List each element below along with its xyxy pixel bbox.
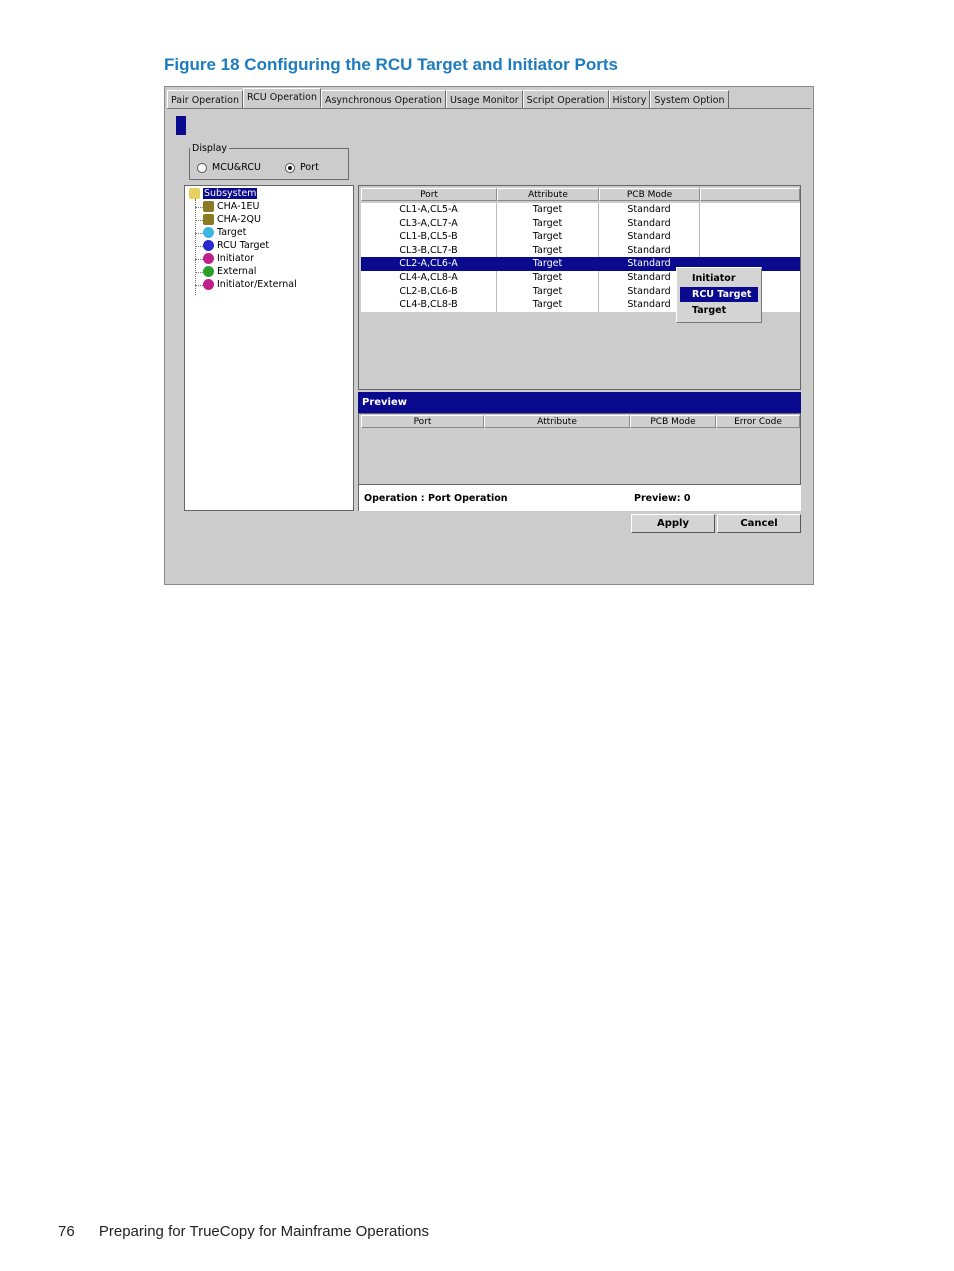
table-row[interactable]: CL1-A,CL5-A Target Standard bbox=[361, 203, 800, 217]
rcu-target-port-icon bbox=[203, 240, 214, 251]
target-port-icon bbox=[203, 227, 214, 238]
cell-attribute: Target bbox=[497, 203, 599, 217]
figure-caption: Figure 18 Configuring the RCU Target and… bbox=[164, 55, 618, 74]
table-row[interactable]: CL3-B,CL7-B Target Standard bbox=[361, 243, 800, 258]
context-menu: Initiator RCU Target Target bbox=[676, 267, 762, 323]
cell-port: CL1-B,CL5-B bbox=[361, 230, 497, 244]
tree-connector bbox=[195, 199, 196, 295]
tree-connector bbox=[195, 259, 203, 260]
cell-attribute: Target bbox=[497, 243, 599, 258]
radio-dot-selected-icon bbox=[285, 162, 295, 173]
cell-port: CL2-B,CL6-B bbox=[361, 284, 497, 299]
cell-port: CL3-B,CL7-B bbox=[361, 243, 497, 258]
cell-attribute: Target bbox=[497, 257, 599, 271]
tab-rcu-operation[interactable]: RCU Operation bbox=[242, 88, 321, 108]
cancel-button[interactable]: Cancel bbox=[717, 514, 801, 533]
radio-dot-icon bbox=[197, 162, 207, 173]
tab-system-option[interactable]: System Option bbox=[650, 90, 729, 108]
preview-table: Port Attribute PCB Mode Error Code bbox=[358, 413, 801, 485]
tree-connector bbox=[195, 233, 203, 234]
operation-label: Operation : bbox=[364, 493, 425, 504]
cell-port: CL3-A,CL7-A bbox=[361, 216, 497, 231]
tree-label: Subsystem bbox=[203, 188, 258, 199]
tab-usage-monitor[interactable]: Usage Monitor bbox=[445, 90, 523, 108]
page-footer: 76 Preparing for TrueCopy for Mainframe … bbox=[58, 1223, 429, 1240]
tree-item-target[interactable]: Target bbox=[203, 227, 246, 238]
tree-label: Initiator/External bbox=[217, 279, 297, 290]
radio-label: Port bbox=[300, 162, 319, 173]
cell-pcb-mode: Standard bbox=[599, 230, 700, 244]
tree-connector bbox=[195, 285, 203, 286]
cell-attribute: Target bbox=[497, 298, 599, 312]
tree-item-rcu-target[interactable]: RCU Target bbox=[203, 240, 269, 251]
preview-title: Preview bbox=[358, 392, 801, 413]
tree-label: RCU Target bbox=[217, 240, 270, 251]
tree-item-initiator-external[interactable]: Initiator/External bbox=[203, 279, 297, 290]
table-row[interactable]: CL3-A,CL7-A Target Standard bbox=[361, 216, 800, 231]
initiator-external-port-icon bbox=[203, 279, 214, 290]
tree-connector bbox=[195, 246, 203, 247]
tree-item-external[interactable]: External bbox=[203, 266, 256, 277]
footer-text: Preparing for TrueCopy for Mainframe Ope… bbox=[98, 1223, 430, 1240]
tab-script-operation[interactable]: Script Operation bbox=[522, 90, 609, 108]
cell-attribute: Target bbox=[497, 216, 599, 231]
tree-connector bbox=[195, 272, 203, 273]
cell-pcb-mode: Standard bbox=[599, 203, 700, 217]
cell-attribute: Target bbox=[497, 284, 599, 299]
menu-item-initiator[interactable]: Initiator bbox=[680, 271, 758, 286]
folder-icon bbox=[189, 188, 200, 199]
tree-item-initiator[interactable]: Initiator bbox=[203, 253, 254, 264]
cha-icon bbox=[203, 214, 214, 225]
subsystem-tree: Subsystem CHA-1EU CHA-2QU Target RCU Tar… bbox=[184, 185, 354, 511]
display-legend: Display bbox=[190, 143, 230, 154]
tree-item-cha-1eu[interactable]: CHA-1EU bbox=[203, 201, 260, 212]
rcu-operation-window: Pair Operation RCU Operation Asynchronou… bbox=[164, 86, 814, 585]
preview-header-port[interactable]: Port bbox=[361, 415, 484, 428]
cell-port: CL1-A,CL5-A bbox=[361, 203, 497, 217]
preview-header-pcb-mode[interactable]: PCB Mode bbox=[630, 415, 716, 428]
radio-mcu-rcu[interactable]: MCU&RCU bbox=[197, 162, 261, 173]
cell-port: CL4-A,CL8-A bbox=[361, 271, 497, 285]
column-header-attribute[interactable]: Attribute bbox=[497, 188, 599, 201]
cell-attribute: Target bbox=[497, 230, 599, 244]
menu-item-target[interactable]: Target bbox=[680, 303, 758, 318]
menu-item-rcu-target[interactable]: RCU Target bbox=[680, 287, 758, 302]
cell-port: CL2-A,CL6-A bbox=[361, 257, 497, 271]
tab-bar: Pair Operation RCU Operation Asynchronou… bbox=[167, 88, 811, 109]
tree-label: Initiator bbox=[217, 253, 255, 264]
tree-label: CHA-1EU bbox=[217, 201, 260, 212]
tree-label: External bbox=[217, 266, 257, 277]
initiator-port-icon bbox=[203, 253, 214, 264]
cell-attribute: Target bbox=[497, 271, 599, 285]
column-header-port[interactable]: Port bbox=[361, 188, 497, 201]
tree-connector bbox=[195, 220, 203, 221]
tree-item-cha-2qu[interactable]: CHA-2QU bbox=[203, 214, 261, 225]
cell-pcb-mode: Standard bbox=[599, 243, 700, 258]
preview-header-error-code[interactable]: Error Code bbox=[716, 415, 800, 428]
tab-asynchronous-operation[interactable]: Asynchronous Operation bbox=[320, 90, 446, 108]
radio-port[interactable]: Port bbox=[285, 162, 319, 173]
preview-header-attribute[interactable]: Attribute bbox=[484, 415, 630, 428]
cell-pcb-mode: Standard bbox=[599, 216, 700, 231]
cell-port: CL4-B,CL8-B bbox=[361, 298, 497, 312]
tab-history[interactable]: History bbox=[608, 90, 651, 108]
tree-label: CHA-2QU bbox=[217, 214, 261, 225]
apply-button[interactable]: Apply bbox=[631, 514, 715, 533]
cha-icon bbox=[203, 201, 214, 212]
table-row[interactable]: CL1-B,CL5-B Target Standard bbox=[361, 230, 800, 244]
column-header-pcb-mode[interactable]: PCB Mode bbox=[599, 188, 700, 201]
tab-pair-operation[interactable]: Pair Operation bbox=[167, 90, 243, 108]
tree-label: Target bbox=[217, 227, 247, 238]
tree-root-subsystem[interactable]: Subsystem bbox=[189, 188, 258, 199]
operation-value: Port Operation bbox=[428, 493, 508, 504]
page-number: 76 bbox=[58, 1223, 75, 1240]
external-port-icon bbox=[203, 266, 214, 277]
preview-count: Preview: 0 bbox=[634, 493, 691, 504]
radio-label: MCU&RCU bbox=[212, 162, 261, 173]
operation-status-bar: Operation : Port Operation Preview: 0 bbox=[358, 485, 801, 511]
status-indicator bbox=[176, 116, 186, 135]
column-header-blank[interactable] bbox=[700, 188, 800, 201]
tree-connector bbox=[195, 207, 203, 208]
